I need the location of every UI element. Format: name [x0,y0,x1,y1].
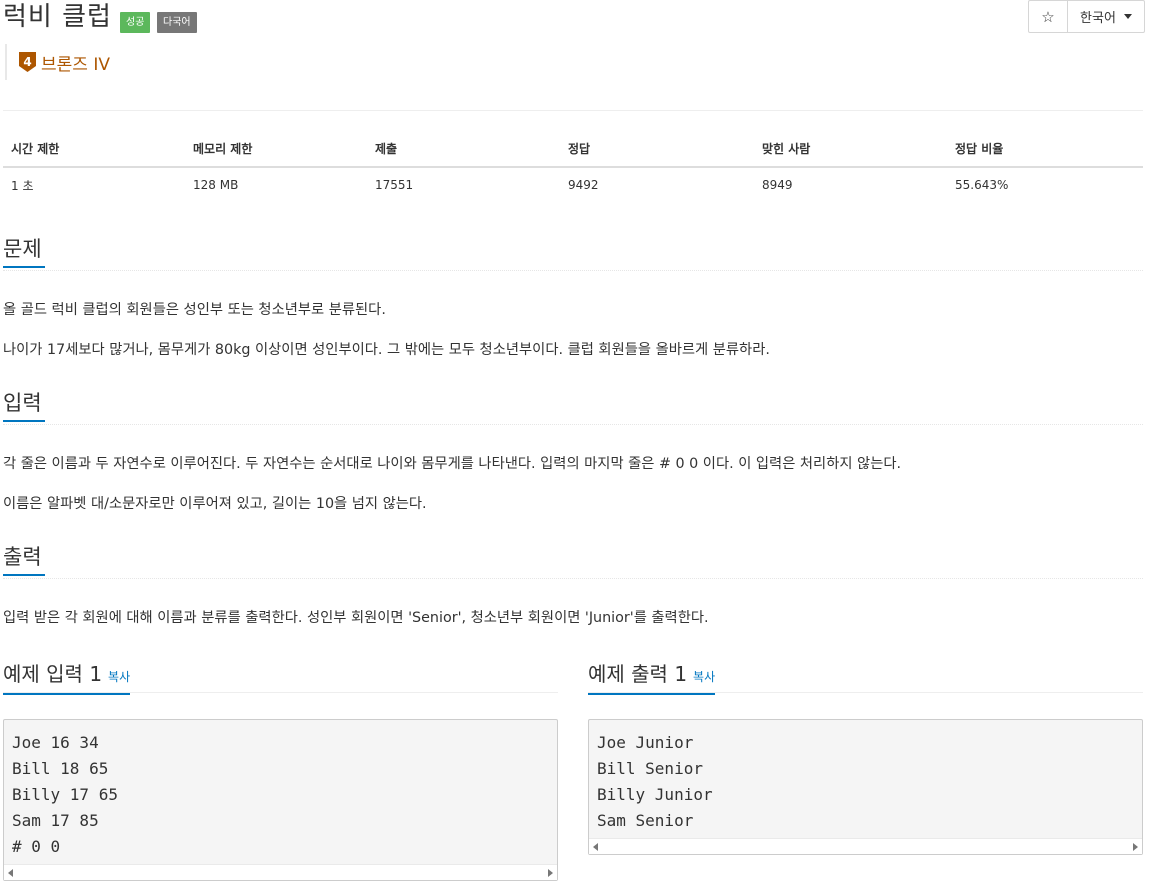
input-heading: 입력 [3,386,45,422]
submissions-header: 제출 [367,130,560,168]
submissions-value[interactable]: 17551 [367,167,560,202]
multilang-badge: 다국어 [157,12,197,33]
problem-title: 럭비 클럽 [3,2,112,32]
scroll-right-icon[interactable] [548,868,553,877]
problem-section-header: 문제 [3,232,1143,271]
top-right-toolbar: ☆ 한국어 [1028,0,1145,33]
output-paragraph: 입력 받은 각 회원에 대해 이름과 분류를 출력한다. 성인부 회원이면 'S… [3,610,709,626]
scroll-left-icon[interactable] [8,868,13,877]
accept-ratio-header: 정답 비율 [947,130,1143,168]
input-section-header: 입력 [3,386,1143,425]
solvers-header: 맞힌 사람 [754,130,947,168]
language-label: 한국어 [1080,11,1116,26]
horizontal-scrollbar[interactable] [589,838,1142,854]
sample-output-box[interactable]: Joe Junior Bill Senior Billy Junior Sam … [588,719,1143,855]
success-badge: 성공 [120,12,151,33]
tier-shield-icon: 4 [19,52,36,72]
time-limit-header: 시간 제한 [3,130,185,168]
output-section-header: 출력 [3,540,1143,579]
memory-limit-header: 메모리 제한 [185,130,367,168]
input-paragraph: 이름은 알파벳 대/소문자로만 이루어져 있고, 길이는 10을 넘지 않는다. [3,496,427,512]
copy-sample-input-button[interactable]: 복사 [108,670,130,684]
scroll-right-icon[interactable] [1133,842,1138,851]
input-paragraph: 각 줄은 이름과 두 자연수로 이루어진다. 두 자연수는 순서대로 나이와 몸… [3,456,902,472]
info-header-row: 시간 제한 메모리 제한 제출 정답 맞힌 사람 정답 비율 [3,130,1143,168]
problem-heading: 문제 [3,232,45,268]
accepted-value[interactable]: 9492 [560,167,754,202]
problem-paragraph: 올 골드 럭비 클럽의 회원들은 성인부 또는 청소년부로 분류된다. [3,302,386,318]
scroll-left-icon[interactable] [593,842,598,851]
sample-input-title: 예제 입력 1 [3,662,103,686]
output-heading: 출력 [3,540,45,576]
tier-row: 4 브론즈 IV [5,44,110,80]
memory-limit-value: 128 MB [193,178,239,192]
sample-output-title: 예제 출력 1 [588,662,688,686]
problem-paragraph: 나이가 17세보다 많거나, 몸무게가 80kg 이상이면 성인부이다. 그 밖… [3,342,770,358]
solvers-value[interactable]: 8949 [754,167,947,202]
sample-input-box[interactable]: Joe 16 34 Bill 18 65 Billy 17 65 Sam 17 … [3,719,558,881]
sample-input-heading: 예제 입력 1 복사 [3,658,131,695]
sample-output-header: 예제 출력 1 복사 [588,658,1143,695]
sample-output-text: Joe Junior Bill Senior Billy Junior Sam … [597,733,713,830]
tier-label[interactable]: 브론즈 IV [41,50,110,75]
time-limit-value: 1 초 [11,178,34,193]
divider [3,110,1143,111]
accept-ratio-value: 55.643% [955,178,1009,192]
star-icon[interactable]: ☆ [1029,1,1068,32]
sample-input-text: Joe 16 34 Bill 18 65 Billy 17 65 Sam 17 … [12,733,118,856]
language-dropdown[interactable]: 한국어 [1068,1,1144,32]
sample-input-header: 예제 입력 1 복사 [3,658,558,695]
info-value-row: 1 초 128 MB 17551 9492 8949 55.643% [3,167,1143,202]
problem-info-table: 시간 제한 메모리 제한 제출 정답 맞힌 사람 정답 비율 1 초 128 M… [3,130,1143,202]
copy-sample-output-button[interactable]: 복사 [693,670,715,684]
caret-down-icon [1123,14,1132,19]
accepted-header: 정답 [560,130,754,168]
sample-output-heading: 예제 출력 1 복사 [588,658,716,695]
